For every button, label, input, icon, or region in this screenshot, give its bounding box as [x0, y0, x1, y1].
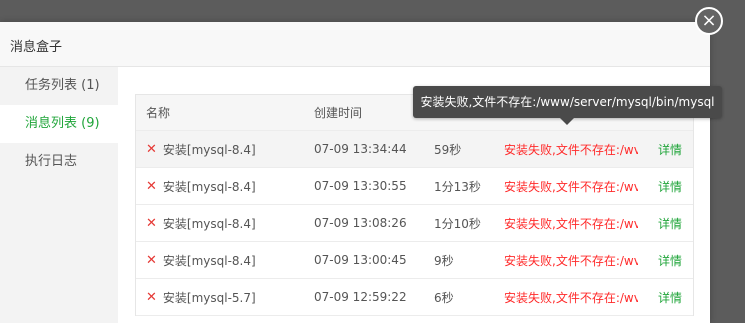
table-row: ✕ 安装[mysql-8.4] 07-09 13:34:44 59秒 安装失败,… — [136, 131, 693, 168]
sidebar-item-task-list[interactable]: 任务列表 (1) — [0, 67, 118, 105]
sidebar-item-message-list[interactable]: 消息列表 (9) — [0, 105, 118, 143]
created-time: 07-09 13:08:26 — [314, 216, 407, 230]
details-link[interactable]: 详情 — [658, 279, 688, 315]
table-row: ✕ 安装[mysql-5.7] 07-09 12:59:22 6秒 安装失败,文… — [136, 279, 693, 316]
column-header-name: 名称 — [146, 106, 171, 120]
details-link[interactable]: 详情 — [658, 205, 688, 241]
table-row: ✕ 安装[mysql-8.4] 07-09 13:08:26 1分10秒 安装失… — [136, 205, 693, 242]
created-time: 07-09 12:59:22 — [314, 290, 407, 304]
status-tooltip: 安装失败,文件不存在:/www/server/mysql/bin/mysql — [413, 86, 722, 125]
table-row: ✕ 安装[mysql-8.4] 07-09 13:00:45 9秒 安装失败,文… — [136, 242, 693, 279]
details-link[interactable]: 详情 — [658, 242, 688, 278]
task-name: 安装[mysql-8.4] — [162, 179, 256, 194]
message-table: 名称 创建时间 ✕ 安装[mysql-8.4] 07-09 13:34:44 5… — [135, 94, 694, 316]
duration: 59秒 — [434, 142, 462, 157]
status-message: 安装失败,文件不存在:/wv — [504, 179, 638, 194]
fail-x-icon: ✕ — [146, 178, 157, 194]
details-link[interactable]: 详情 — [658, 131, 688, 167]
sidebar: 任务列表 (1) 消息列表 (9) 执行日志 — [0, 67, 118, 323]
duration: 9秒 — [434, 253, 454, 268]
table-row: ✕ 安装[mysql-8.4] 07-09 13:30:55 1分13秒 安装失… — [136, 168, 693, 205]
dialog-header: 消息盒子 — [0, 22, 710, 67]
tooltip-arrow — [560, 118, 574, 125]
sidebar-item-label: 任务列表 (1) — [25, 78, 100, 93]
sidebar-item-label: 执行日志 — [25, 154, 78, 169]
close-icon[interactable]: × — [695, 7, 723, 35]
task-name: 安装[mysql-5.7] — [162, 290, 256, 305]
task-name: 安装[mysql-8.4] — [162, 142, 256, 157]
task-name: 安装[mysql-8.4] — [162, 216, 256, 231]
tooltip-text: 安装失败,文件不存在:/www/server/mysql/bin/mysql — [420, 95, 715, 109]
fail-x-icon: ✕ — [146, 252, 157, 268]
details-link[interactable]: 详情 — [658, 168, 688, 204]
created-time: 07-09 13:30:55 — [314, 179, 407, 193]
status-message: 安装失败,文件不存在:/wv — [504, 142, 638, 157]
duration: 6秒 — [434, 290, 454, 305]
duration: 1分10秒 — [434, 216, 481, 231]
column-header-time: 创建时间 — [314, 106, 363, 120]
sidebar-item-label: 消息列表 (9) — [25, 116, 100, 131]
message-box-dialog: 消息盒子 任务列表 (1) 消息列表 (9) 执行日志 名称 创建时间 ✕ 安装… — [0, 22, 710, 323]
dialog-title: 消息盒子 — [10, 40, 63, 55]
status-message: 安装失败,文件不存在:/wv — [504, 253, 638, 268]
fail-x-icon: ✕ — [146, 215, 157, 231]
fail-x-icon: ✕ — [146, 141, 157, 157]
sidebar-item-execution-log[interactable]: 执行日志 — [0, 143, 118, 181]
status-message: 安装失败,文件不存在:/wv — [504, 216, 638, 231]
created-time: 07-09 13:00:45 — [314, 253, 407, 267]
fail-x-icon: ✕ — [146, 289, 157, 305]
duration: 1分13秒 — [434, 179, 481, 194]
task-name: 安装[mysql-8.4] — [162, 253, 256, 268]
created-time: 07-09 13:34:44 — [314, 142, 407, 156]
status-message: 安装失败,文件不存在:/wv — [504, 290, 638, 305]
